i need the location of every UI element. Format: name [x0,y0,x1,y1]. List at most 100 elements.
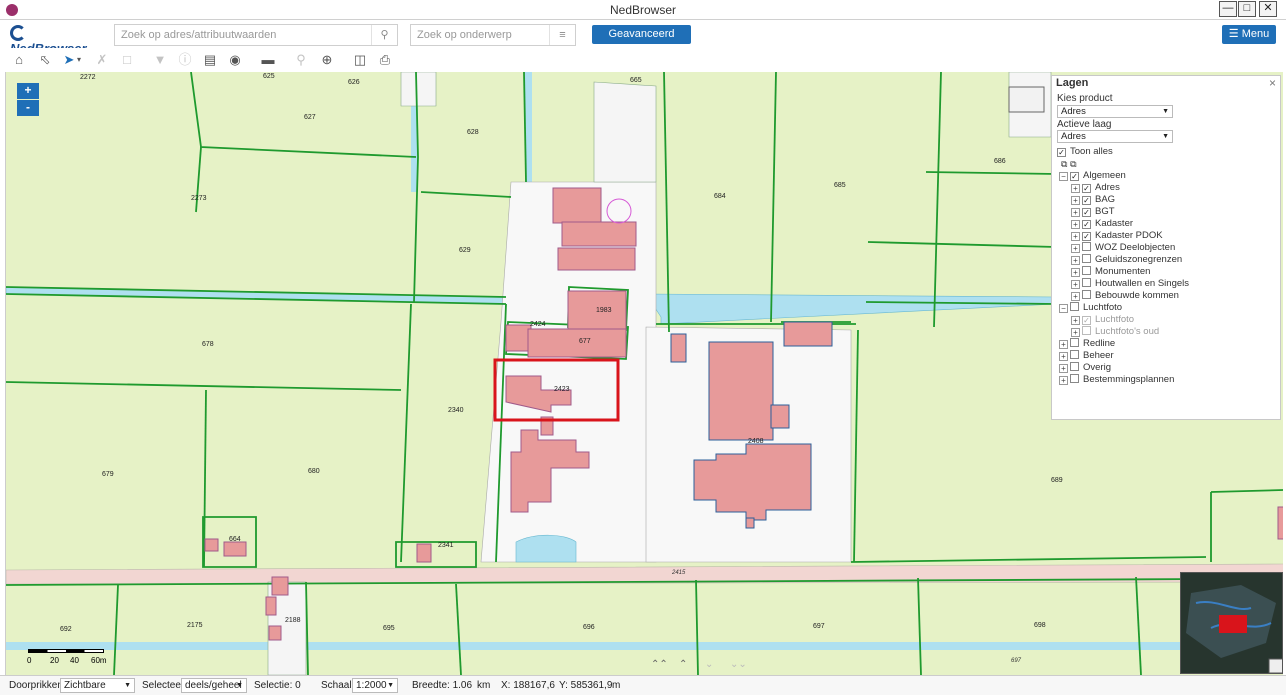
deselect-icon[interactable]: ✗ [93,51,111,69]
select-area-icon[interactable]: ⬁ [36,51,54,69]
zoom-in-button[interactable]: + [17,83,39,99]
collapse-all-layers-icon[interactable]: ⧉ [1070,159,1076,169]
expand-icon[interactable]: + [1071,232,1080,241]
layer-item-luchtfoto[interactable]: + ✓ Luchtfoto [1071,314,1134,326]
expand-all-layers-icon[interactable]: ⧉ [1061,159,1067,169]
checkbox-icon[interactable] [1070,362,1079,371]
layer-item-bebouwde-kommen[interactable]: + Bebouwde kommen [1071,290,1179,302]
copy-icon[interactable]: ◫ [351,51,369,69]
checkbox-icon[interactable]: ✓ [1082,232,1091,241]
search-icon[interactable]: ⚲ [371,25,397,45]
zoom-icon[interactable]: ⊕ [318,51,336,69]
print-icon[interactable]: ⎙ [376,51,394,69]
close-icon[interactable]: × [1269,76,1276,90]
doorprikken-select[interactable]: Zichtbare ▼ [60,678,135,693]
home-icon[interactable]: ⌂ [10,51,28,69]
checkbox-icon[interactable] [1070,338,1079,347]
collapse-all-icon[interactable]: ⌃⌃ [651,659,668,670]
scale-tick: 0 [27,656,32,665]
checkbox-icon[interactable] [1082,254,1091,263]
layer-item-overig[interactable]: + Overig [1059,362,1111,374]
layer-item-houtwallen[interactable]: + Houtwallen en Singels [1071,278,1189,290]
expand-icon[interactable]: + [1071,208,1080,217]
layer-item-algemeen[interactable]: − ✓ Algemeen [1059,170,1126,182]
checkbox-icon[interactable] [1082,326,1091,335]
expand-icon[interactable]: + [1071,316,1080,325]
layer-item-woz[interactable]: + WOZ Deelobjecten [1071,242,1175,254]
checkbox-icon[interactable] [1082,242,1091,251]
expand-icon[interactable]: + [1059,376,1068,385]
checkbox-icon[interactable]: ✓ [1082,316,1091,325]
close-button[interactable]: ✕ [1259,1,1277,17]
doorprikken-value: Zichtbare [64,680,106,691]
search-address-input[interactable]: Zoek op adres/attribuutwaarden ⚲ [114,24,398,46]
expand-icon[interactable]: + [1059,352,1068,361]
expand-icon[interactable]: + [1059,340,1068,349]
collapse-icon[interactable]: − [1059,172,1068,181]
layer-item-monumenten[interactable]: + Monumenten [1071,266,1150,278]
layer-item-kadaster-pdok[interactable]: + ✓ Kadaster PDOK [1071,230,1163,242]
checkbox-icon[interactable]: ✓ [1082,184,1091,193]
product-select[interactable]: Adres ▼ [1057,105,1173,118]
checkbox-icon[interactable]: ✓ [1082,196,1091,205]
search-subject-input[interactable]: Zoek op onderwerp ≡ [410,24,576,46]
expand-icon[interactable]: + [1071,196,1080,205]
expand-icon[interactable]: + [1071,292,1080,301]
expand-icon[interactable]: + [1071,244,1080,253]
location-icon[interactable]: ⚲ [292,51,310,69]
parcel-label: 677 [579,338,591,345]
checkbox-icon[interactable] [1070,302,1079,311]
expand-icon[interactable]: + [1071,280,1080,289]
layer-item-beheer[interactable]: + Beheer [1059,350,1114,362]
checkbox-icon[interactable]: ✓ [1082,220,1091,229]
minimize-button[interactable]: — [1219,1,1237,17]
layer-item-luchtfoto-oud[interactable]: + Luchtfoto's oud [1071,326,1159,338]
maximize-button[interactable]: □ [1238,1,1256,17]
product-value: Adres [1061,106,1086,117]
checkbox-icon[interactable] [1070,374,1079,383]
expand-all-icon[interactable]: ⌄⌄ [730,659,747,670]
advanced-search-button[interactable]: Geavanceerd zoeken [592,25,691,59]
chevron-down-icon[interactable]: ▾ [74,51,84,69]
collapse-icon[interactable]: ⌃ [679,659,687,670]
checkbox-icon[interactable] [1082,266,1091,275]
checkbox-icon[interactable]: ✓ [1082,208,1091,217]
zoom-out-button[interactable]: - [17,100,39,116]
layer-item-bgt[interactable]: + ✓ BGT [1071,206,1115,218]
layer-item-kadaster[interactable]: + ✓ Kadaster [1071,218,1133,230]
layer-item-bag[interactable]: + ✓ BAG [1071,194,1115,206]
checkbox-icon[interactable]: ✓ [1070,172,1079,181]
checkbox-icon[interactable] [1070,350,1079,359]
checkbox-icon[interactable] [1082,290,1091,299]
layer-item-geluidszonegrenzen[interactable]: + Geluidszonegrenzen [1071,254,1182,266]
selecteer-select[interactable]: deels/geheel ▼ [181,678,247,693]
schaal-select[interactable]: 1:2000 ▼ [352,678,398,693]
checkbox-icon[interactable] [1082,278,1091,287]
active-layer-select[interactable]: Adres ▼ [1057,130,1173,143]
expand-icon[interactable]: + [1071,256,1080,265]
expand-icon[interactable]: + [1071,220,1080,229]
list-icon[interactable]: ≡ [549,25,575,45]
document-icon[interactable]: ▤ [201,51,219,69]
info-icon[interactable]: ⓘ [176,51,194,69]
measure-icon[interactable]: ▬ [259,51,277,69]
overview-map[interactable] [1180,572,1283,674]
layer-item-bestemmingsplannen[interactable]: + Bestemmingsplannen [1059,374,1174,386]
show-all-toggle[interactable]: ✓ Toon alles [1057,146,1113,158]
checkbox-icon[interactable]: ✓ [1057,148,1066,157]
expand-icon[interactable]: + [1071,268,1080,277]
layer-item-redline[interactable]: + Redline [1059,338,1115,350]
layer-item-adres[interactable]: + ✓ Adres [1071,182,1120,194]
filter-icon[interactable]: ▼ [151,51,169,69]
expand-icon[interactable]: + [1071,328,1080,337]
layer-item-luchtfoto-group[interactable]: − Luchtfoto [1059,302,1122,314]
expand-icon[interactable]: + [1059,364,1068,373]
breedte-value: Breedte: 1.06 [412,680,473,691]
menu-button[interactable]: ☰ Menu [1222,25,1276,44]
expand-icon[interactable]: ⌄ [705,659,713,670]
collapse-icon[interactable]: − [1059,304,1068,313]
expand-icon[interactable]: + [1071,184,1080,193]
camera-icon[interactable]: ◉ [226,51,244,69]
export-icon[interactable]: □ [118,51,136,69]
selectie-count: Selectie: 0 [254,680,301,691]
